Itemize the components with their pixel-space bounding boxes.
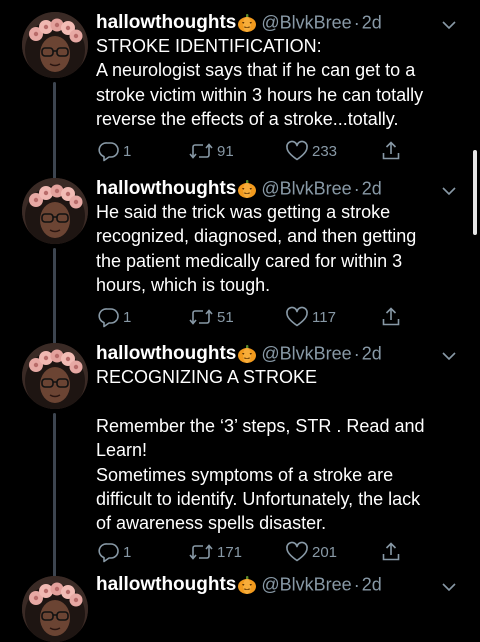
tweet-header: hallowthoughts @BlvkBree · 2d	[96, 574, 480, 602]
chevron-down-icon[interactable]	[442, 582, 456, 592]
reply-count: 1	[123, 142, 132, 160]
like-button[interactable]: 233	[285, 139, 337, 163]
retweet-count: 171	[217, 543, 243, 561]
reply-button[interactable]: 1	[98, 305, 131, 329]
heart-icon	[285, 541, 309, 563]
like-button[interactable]: 201	[285, 540, 337, 564]
chevron-down-icon[interactable]	[442, 186, 456, 196]
jack-o-lantern-icon	[237, 179, 257, 199]
text-line: RECOGNIZING A STROKE	[96, 367, 318, 387]
action-bar: 1 171 201	[96, 540, 436, 564]
share-icon	[380, 306, 402, 328]
tweet[interactable]: hallowthoughts @BlvkBree · 2d RECOGNIZING …	[0, 343, 480, 578]
display-name[interactable]: hallowthoughts	[96, 574, 236, 595]
jack-o-lantern-icon	[237, 344, 257, 364]
handle[interactable]: @BlvkBree	[261, 13, 351, 33]
avatar[interactable]	[22, 576, 88, 642]
tweet[interactable]: hallowthoughts @BlvkBree · 2d STROKE IDENT…	[0, 12, 480, 180]
reply-button[interactable]: 1	[98, 139, 131, 163]
tweet[interactable]: hallowthoughts @BlvkBree · 2d	[0, 574, 480, 642]
share-icon	[380, 140, 402, 162]
retweet-icon	[188, 541, 214, 563]
share-button[interactable]	[380, 139, 402, 163]
timestamp[interactable]: 2d	[362, 575, 382, 595]
reply-icon	[98, 306, 120, 328]
separator: ·	[353, 12, 360, 33]
avatar[interactable]	[22, 343, 88, 409]
heart-icon	[285, 140, 309, 162]
action-bar: 1 91 233	[96, 139, 436, 163]
separator: ·	[353, 343, 360, 364]
text-line: He said the trick was getting a stroke	[96, 202, 391, 222]
text-line: reverse the effects of a stroke...totall…	[96, 109, 399, 130]
like-count: 117	[312, 308, 336, 326]
reply-button[interactable]: 1	[98, 540, 131, 564]
handle[interactable]: @BlvkBree	[261, 344, 351, 364]
text-line: difficult to identify. Unfortunately, th…	[96, 489, 421, 510]
like-button[interactable]: 117	[285, 305, 336, 329]
handle[interactable]: @BlvkBree	[261, 575, 351, 595]
reply-count: 1	[123, 543, 132, 561]
display-name[interactable]: hallowthoughts	[96, 178, 236, 199]
tweet-text: He said the trick was getting a stroke r…	[96, 200, 466, 298]
heart-icon	[285, 306, 309, 328]
text-line: A neurologist says that if he can get to…	[96, 60, 416, 81]
chevron-down-icon[interactable]	[442, 351, 456, 361]
share-button[interactable]	[380, 305, 402, 329]
retweet-count: 91	[217, 142, 234, 160]
retweet-count: 51	[217, 308, 234, 326]
separator: ·	[353, 178, 360, 199]
retweet-button[interactable]: 171	[188, 540, 242, 564]
avatar[interactable]	[22, 12, 88, 78]
text-line: of awareness spells disaster.	[96, 513, 327, 534]
reply-count: 1	[123, 308, 132, 326]
text-line: STROKE IDENTIFICATION:	[96, 36, 322, 56]
separator: ·	[353, 574, 360, 595]
avatar[interactable]	[22, 178, 88, 244]
text-line: Learn!	[96, 440, 148, 461]
like-count: 201	[312, 543, 338, 561]
jack-o-lantern-icon	[237, 575, 257, 595]
tweet-text: STROKE IDENTIFICATION: A neurologist say…	[96, 34, 466, 132]
text-line: Remember the ‘3’ steps, STR . Read and	[96, 415, 425, 436]
thread-line	[53, 248, 56, 345]
timestamp[interactable]: 2d	[362, 13, 382, 33]
reply-icon	[98, 541, 120, 563]
like-count: 233	[312, 142, 338, 160]
text-line: stroke victim within 3 hours he can tota…	[96, 84, 424, 105]
timestamp[interactable]: 2d	[362, 344, 382, 364]
share-icon	[380, 541, 402, 563]
scrollbar[interactable]	[473, 150, 477, 235]
retweet-button[interactable]: 91	[188, 139, 234, 163]
thread-line	[53, 82, 56, 180]
timeline: hallowthoughts @BlvkBree · 2d STROKE IDENT…	[0, 0, 480, 642]
text-line: the patient medically cared for within 3	[96, 250, 403, 271]
handle[interactable]: @BlvkBree	[261, 179, 351, 199]
reply-icon	[98, 140, 120, 162]
share-button[interactable]	[380, 540, 402, 564]
tweet[interactable]: hallowthoughts @BlvkBree · 2d He said the …	[0, 178, 480, 345]
timestamp[interactable]: 2d	[362, 179, 382, 199]
text-line: hours, which is tough.	[96, 275, 271, 296]
action-bar: 1 51 117	[96, 305, 436, 329]
retweet-button[interactable]: 51	[188, 305, 234, 329]
retweet-icon	[188, 306, 214, 328]
display-name[interactable]: hallowthoughts	[96, 12, 236, 33]
chevron-down-icon[interactable]	[442, 20, 456, 30]
retweet-icon	[188, 140, 214, 162]
thread-line	[53, 413, 56, 578]
display-name[interactable]: hallowthoughts	[96, 343, 236, 364]
text-line: Sometimes symptoms of a stroke are	[96, 464, 394, 485]
tweet-text: RECOGNIZING A STROKE Remember the ‘3’ st…	[96, 365, 466, 536]
text-line: recognized, diagnosed, and then getting	[96, 226, 417, 247]
jack-o-lantern-icon	[237, 13, 257, 33]
